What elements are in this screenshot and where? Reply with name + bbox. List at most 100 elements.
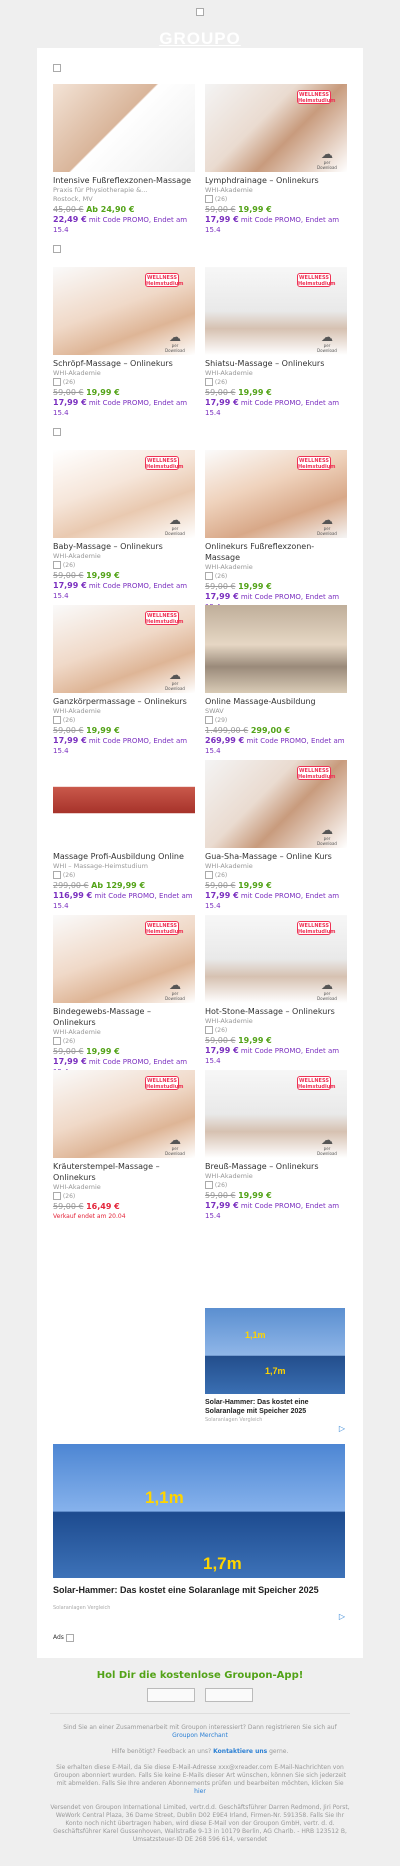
deal-merchant: WHI-Akademie xyxy=(205,1017,253,1025)
deal-price: 59,00 € 19,99 € xyxy=(205,880,347,891)
promo-price: 17,99 € xyxy=(205,1046,239,1055)
deal-title[interactable]: Online Massage-Ausbildung xyxy=(205,696,347,707)
deal-card[interactable]: WELLNESS Heimstudium ☁ per Download Gua-Sha… xyxy=(205,760,347,915)
promo-price: 17,99 € xyxy=(205,592,239,601)
promo-price: 17,99 € xyxy=(53,581,87,590)
deal-card[interactable]: WELLNESS Heimstudium ☁ per Download Breuß-M… xyxy=(205,1070,347,1225)
promo-price: 17,99 € xyxy=(53,736,87,745)
deal-photo[interactable]: WELLNESS Heimstudium ☁ per Download xyxy=(205,84,347,172)
deal-photo[interactable]: WELLNESS Heimstudium ☁ per Download xyxy=(205,915,347,1003)
deal-title[interactable]: Breuß-Massage – Onlinekurs xyxy=(205,1161,347,1172)
cloud-download-icon: ☁ per Download xyxy=(165,668,185,691)
rating-stars-icon xyxy=(53,1192,61,1200)
deal-grid: Intensive Fußreflexzonen-Massage Praxis … xyxy=(37,84,363,1225)
deal-photo[interactable]: WELLNESS Heimstudium ☁ per Download xyxy=(53,267,195,355)
deal-card[interactable]: Intensive Fußreflexzonen-Massage Praxis … xyxy=(53,84,195,239)
ad-title[interactable]: Solar-Hammer: Das kostet eine Solaranlag… xyxy=(205,1398,345,1416)
promo-price: 17,99 € xyxy=(53,1057,87,1066)
deal-photo[interactable] xyxy=(53,760,195,848)
deal-rating: (26) xyxy=(53,871,195,880)
deal-card[interactable]: WELLNESS Heimstudium ☁ per Download Hot-Sto… xyxy=(205,915,347,1070)
adchoices-icon-large[interactable]: ▷ xyxy=(53,1612,345,1621)
logo-image xyxy=(196,8,204,16)
wellness-badge: WELLNESS Heimstudium xyxy=(145,611,184,625)
promo-line: 22,49 € mit Code PROMO, Endet am 15.4 xyxy=(53,215,188,234)
old-price: 59,00 € xyxy=(205,205,236,214)
ad-big[interactable]: 1,1m 1,7m Solar-Hammer: Das kostet eine … xyxy=(53,1444,345,1621)
deal-card[interactable]: WELLNESS Heimstudium ☁ per Download Kräuter… xyxy=(53,1070,195,1225)
deal-card[interactable]: Online Massage-Ausbildung SWAV (29) 1.49… xyxy=(205,605,347,760)
promo-line: 17,99 € mit Code PROMO, Endet am 15.4 xyxy=(205,1046,340,1065)
promo-line: 17,99 € mit Code PROMO, Endet am 15.4 xyxy=(53,581,188,600)
deal-photo[interactable]: WELLNESS Heimstudium ☁ per Download xyxy=(53,450,195,538)
deal-title[interactable]: Bindegewebs-Massage – Onlinekurs xyxy=(53,1006,195,1028)
deal-card[interactable]: WELLNESS Heimstudium ☁ per Download Baby-Ma… xyxy=(53,450,195,605)
deal-price: 1.499,00 € 299,00 € xyxy=(205,725,347,736)
deal-location: Rostock, MV xyxy=(53,195,93,203)
deal-price: 59,00 € 19,99 € xyxy=(205,387,347,398)
section-banner-image xyxy=(37,239,363,267)
deal-title[interactable]: Baby-Massage – Onlinekurs xyxy=(53,541,195,552)
deal-price: 59,00 € 19,99 € xyxy=(205,204,347,215)
deal-photo[interactable]: WELLNESS Heimstudium ☁ per Download xyxy=(53,1070,195,1158)
cloud-download-icon: ☁ per Download xyxy=(165,513,185,536)
deal-merchant: WHI-Akademie xyxy=(53,552,101,560)
ad-title-large[interactable]: Solar-Hammer: Das kostet eine Solaranlag… xyxy=(53,1584,345,1596)
deal-rating: (26) xyxy=(205,871,347,880)
deal-photo[interactable]: WELLNESS Heimstudium ☁ per Download xyxy=(53,915,195,1003)
cloud-download-icon: ☁ per Download xyxy=(317,823,337,846)
cloud-download-icon: ☁ per Download xyxy=(317,330,337,353)
cloud-download-icon: ☁ per Download xyxy=(317,1133,337,1156)
unsubscribe-link[interactable]: hier xyxy=(194,1788,206,1795)
contact-link[interactable]: Kontaktiere uns xyxy=(213,1748,267,1755)
solar-ad-image-large[interactable]: 1,1m 1,7m xyxy=(53,1444,345,1578)
help-note: Hilfe benötigt? Feedback an uns? Kontakt… xyxy=(111,1748,289,1755)
deal-merchant: WHI-Akademie xyxy=(53,1028,101,1036)
deal-card[interactable]: WELLNESS Heimstudium ☁ per Download Ganzkör… xyxy=(53,605,195,760)
deal-price: 299,00 € Ab 129,99 € xyxy=(53,880,195,891)
solar-ad-image[interactable]: 1,1m 1,7m xyxy=(205,1308,345,1394)
deal-photo[interactable]: WELLNESS Heimstudium ☁ per Download xyxy=(205,760,347,848)
deal-photo[interactable] xyxy=(53,84,195,172)
deal-photo[interactable]: WELLNESS Heimstudium ☁ per Download xyxy=(53,605,195,693)
deal-title[interactable]: Schröpf-Massage – Onlinekurs xyxy=(53,358,195,369)
deal-title[interactable]: Intensive Fußreflexzonen-Massage xyxy=(53,175,195,186)
deal-card[interactable]: WELLNESS Heimstudium ☁ per Download Shiatsu… xyxy=(205,267,347,422)
adchoices-icon[interactable]: ▷ xyxy=(205,1424,345,1433)
promo-price: 17,99 € xyxy=(205,398,239,407)
rating-stars-icon xyxy=(53,378,61,386)
new-price: 19,99 € xyxy=(238,205,272,214)
deal-title[interactable]: Shiatsu-Massage – Onlinekurs xyxy=(205,358,347,369)
deal-photo[interactable] xyxy=(205,605,347,693)
deal-rating: (26) xyxy=(205,195,347,204)
deal-card[interactable]: WELLNESS Heimstudium ☁ per Download Lymphdr… xyxy=(205,84,347,239)
deal-title[interactable]: Onlinekurs Fußreflexzonen-Massage xyxy=(205,541,347,563)
deal-card[interactable]: Massage Profi-Ausbildung Online WHI – Ma… xyxy=(53,760,195,915)
groupon-logo[interactable]: GROUPO xyxy=(0,29,400,49)
deal-card[interactable]: WELLNESS Heimstudium ☁ per Download Onlinek… xyxy=(205,450,347,611)
deal-title[interactable]: Lymphdrainage – Onlinekurs xyxy=(205,175,347,186)
ads-label: Ads xyxy=(53,1634,74,1642)
deal-photo[interactable]: WELLNESS Heimstudium ☁ per Download xyxy=(205,450,347,538)
deal-title[interactable]: Gua-Sha-Massage – Online Kurs xyxy=(205,851,347,862)
google-play-button[interactable] xyxy=(204,1688,253,1702)
promo-price: 17,99 € xyxy=(205,891,239,900)
app-store-button[interactable] xyxy=(147,1688,196,1702)
deal-price: 59,00 € 19,99 € xyxy=(205,1035,347,1046)
deal-photo[interactable]: WELLNESS Heimstudium ☁ per Download xyxy=(205,1070,347,1158)
ad-small[interactable]: 1,1m 1,7m Solar-Hammer: Das kostet eine … xyxy=(205,1308,345,1433)
rating-stars-icon xyxy=(205,572,213,580)
deal-title[interactable]: Kräuterstempel-Massage – Onlinekurs xyxy=(53,1161,195,1183)
cloud-download-icon: ☁ per Download xyxy=(165,978,185,1001)
deal-card[interactable]: WELLNESS Heimstudium ☁ per Download Bindege… xyxy=(53,915,195,1076)
deal-title[interactable]: Ganzkörpermassage – Onlinekurs xyxy=(53,696,195,707)
old-price: 59,00 € xyxy=(205,1036,236,1045)
deal-title[interactable]: Hot-Stone-Massage – Onlinekurs xyxy=(205,1006,347,1017)
deal-merchant: WHI-Akademie xyxy=(205,186,253,194)
merchant-link[interactable]: Groupon Merchant xyxy=(172,1732,228,1739)
deal-card[interactable]: WELLNESS Heimstudium ☁ per Download Schröpf… xyxy=(53,267,195,422)
deal-title[interactable]: Massage Profi-Ausbildung Online xyxy=(53,851,195,862)
deals-card: Intensive Fußreflexzonen-Massage Praxis … xyxy=(37,48,363,1658)
deal-photo[interactable]: WELLNESS Heimstudium ☁ per Download xyxy=(205,267,347,355)
measure-label-b-large: 1,7m xyxy=(203,1554,242,1573)
